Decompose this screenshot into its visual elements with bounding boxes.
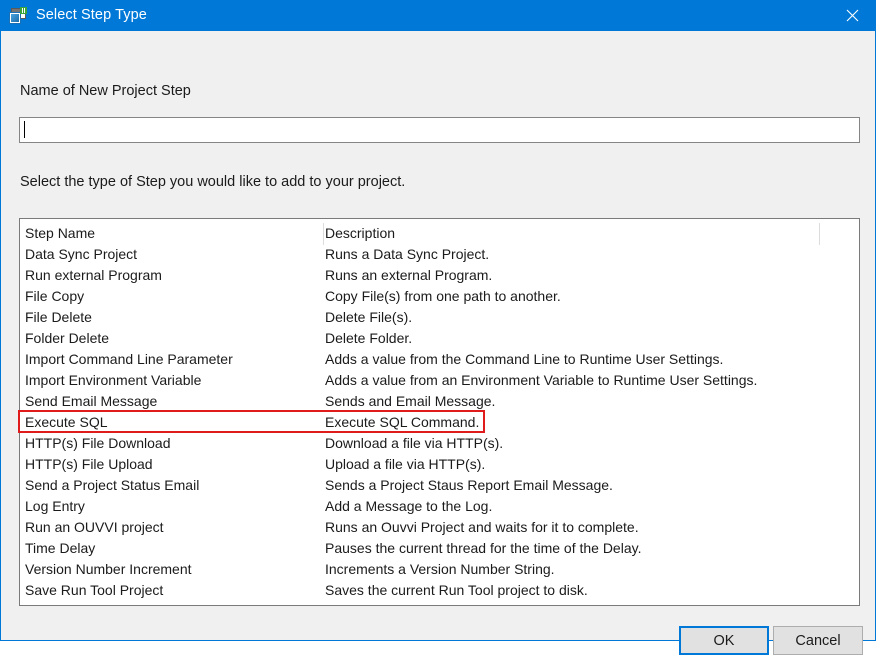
table-row[interactable]: Send a Project Status Email Sends a Proj…	[20, 475, 859, 496]
listview-rows: Step Name Description Data Sync Project …	[20, 223, 859, 601]
select-step-type-dialog: Select Step Type Name of New Project Ste…	[0, 0, 876, 655]
step-name-cell: Run external Program	[25, 267, 162, 283]
step-name-cell: Run an OUVVI project	[25, 519, 164, 535]
table-row[interactable]: Send Email Message Sends and Email Messa…	[20, 391, 859, 412]
step-name-cell: Execute SQL	[25, 414, 108, 430]
step-description-cell: Runs a Data Sync Project.	[325, 246, 490, 262]
project-step-window-icon	[9, 6, 27, 25]
title-bar: Select Step Type	[1, 0, 875, 31]
step-name-cell: Version Number Increment	[25, 561, 192, 577]
step-name-cell: Log Entry	[25, 498, 85, 514]
step-description-cell: Download a file via HTTP(s).	[325, 435, 504, 451]
step-description-cell: Pauses the current thread for the time o…	[325, 540, 642, 556]
step-name-cell: Send a Project Status Email	[25, 477, 200, 493]
step-description-cell: Delete File(s).	[325, 309, 413, 325]
name-field-label: Name of New Project Step	[20, 83, 191, 99]
step-description-cell: Adds a value from an Environment Variabl…	[325, 372, 758, 388]
window-title: Select Step Type	[36, 7, 147, 24]
step-type-listview[interactable]: Step Name Description Data Sync Project …	[19, 218, 860, 606]
table-row[interactable]: File Delete Delete File(s).	[20, 307, 859, 328]
step-description-cell: Upload a file via HTTP(s).	[325, 456, 486, 472]
instruction-label: Select the type of Step you would like t…	[20, 174, 406, 190]
step-description-cell: Increments a Version Number String.	[325, 561, 555, 577]
step-description-cell: Sends and Email Message.	[325, 393, 496, 409]
table-row[interactable]: Log Entry Add a Message to the Log.	[20, 496, 859, 517]
step-name-cell: HTTP(s) File Upload	[25, 456, 153, 472]
step-description-cell: Copy File(s) from one path to another.	[325, 288, 561, 304]
step-name-cell: Save Run Tool Project	[25, 582, 164, 598]
step-description-cell: Runs an Ouvvi Project and waits for it t…	[325, 519, 639, 535]
table-row[interactable]: Import Command Line Parameter Adds a val…	[20, 349, 859, 370]
step-description-cell: Execute SQL Command.	[325, 414, 480, 430]
step-description-cell: Delete Folder.	[325, 330, 413, 346]
text-caret	[24, 121, 25, 138]
step-name-input[interactable]	[19, 117, 860, 143]
step-name-cell: Folder Delete	[25, 330, 110, 346]
step-name-cell: Time Delay	[25, 540, 96, 556]
step-name-cell: Import Command Line Parameter	[25, 351, 233, 367]
step-name-cell: Send Email Message	[25, 393, 158, 409]
table-row[interactable]: Run external Program Runs an external Pr…	[20, 265, 859, 286]
step-name-cell: File Delete	[25, 309, 92, 325]
listview-header-row: Step Name Description	[20, 223, 859, 244]
table-row[interactable]: Version Number Increment Increments a Ve…	[20, 559, 859, 580]
step-name-cell: Import Environment Variable	[25, 372, 202, 388]
table-row[interactable]: Data Sync Project Runs a Data Sync Proje…	[20, 244, 859, 265]
column-header-step-name: Step Name	[25, 225, 96, 241]
step-description-cell: Adds a value from the Command Line to Ru…	[325, 351, 724, 367]
step-description-cell: Add a Message to the Log.	[325, 498, 493, 514]
column-header-description: Description	[325, 225, 396, 241]
step-name-cell: Data Sync Project	[25, 246, 138, 262]
step-description-cell: Sends a Project Staus Report Email Messa…	[325, 477, 613, 493]
table-row[interactable]: Import Environment Variable Adds a value…	[20, 370, 859, 391]
table-row[interactable]: HTTP(s) File Upload Upload a file via HT…	[20, 454, 859, 475]
step-name-cell: HTTP(s) File Download	[25, 435, 171, 451]
step-description-cell: Runs an external Program.	[325, 267, 493, 283]
close-icon	[846, 9, 858, 22]
dialog-content: Name of New Project Step Select the type…	[1, 31, 875, 655]
step-description-cell: Saves the current Run Tool project to di…	[325, 582, 588, 598]
step-name-cell: File Copy	[25, 288, 85, 304]
table-row[interactable]: File Copy Copy File(s) from one path to …	[20, 286, 859, 307]
close-button[interactable]	[829, 0, 875, 31]
table-row-execute-sql[interactable]: Execute SQL Execute SQL Command.	[20, 412, 859, 433]
table-row[interactable]: Run an OUVVI project Runs an Ouvvi Proje…	[20, 517, 859, 538]
table-row[interactable]: HTTP(s) File Download Download a file vi…	[20, 433, 859, 454]
table-row[interactable]: Save Run Tool Project Saves the current …	[20, 580, 859, 601]
table-row[interactable]: Time Delay Pauses the current thread for…	[20, 538, 859, 559]
table-row[interactable]: Folder Delete Delete Folder.	[20, 328, 859, 349]
